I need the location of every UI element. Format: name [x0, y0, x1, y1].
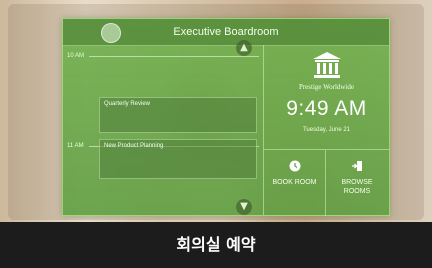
book-room-label: BOOK ROOM — [272, 179, 317, 186]
logo-circle-icon — [101, 23, 121, 43]
time-label: 10 AM — [67, 53, 85, 59]
time-label: 11 AM — [67, 143, 84, 149]
clock-icon — [289, 160, 300, 172]
door-arrow-icon — [352, 161, 362, 171]
room-booking-panel: Executive Boardroom ▲ ▼ 10 AM 11 AM Quar… — [62, 18, 390, 216]
hour-gridline — [89, 56, 259, 57]
action-row: BOOK ROOM BROWSE ROOMS — [264, 149, 389, 216]
current-date: Tuesday, June 21 — [302, 127, 351, 133]
caption-bar: 회의실 예약 — [0, 222, 432, 268]
room-info: Prestige Worldwide 9:49 AM Tuesday, June… — [264, 45, 389, 216]
building-icon — [313, 52, 341, 78]
meeting-block[interactable]: New Product Planning — [99, 139, 257, 179]
room-title: Executive Boardroom — [173, 26, 279, 38]
browse-rooms-label: BROWSE ROOMS — [341, 179, 373, 195]
meeting-title: Quarterly Review — [104, 101, 151, 107]
schedule-timeline: 10 AM 11 AM Quarterly Review New Product… — [63, 45, 263, 215]
caption-text: 회의실 예약 — [176, 235, 256, 254]
current-time: 9:49 AM — [286, 97, 367, 120]
background-photo: Executive Boardroom ▲ ▼ 10 AM 11 AM Quar… — [0, 0, 432, 222]
company-name: Prestige Worldwide — [298, 83, 355, 91]
meeting-block[interactable]: Quarterly Review — [99, 97, 257, 133]
book-room-button[interactable]: BOOK ROOM — [264, 150, 326, 216]
browse-rooms-button[interactable]: BROWSE ROOMS — [326, 150, 388, 216]
meeting-title: New Product Planning — [104, 143, 164, 149]
